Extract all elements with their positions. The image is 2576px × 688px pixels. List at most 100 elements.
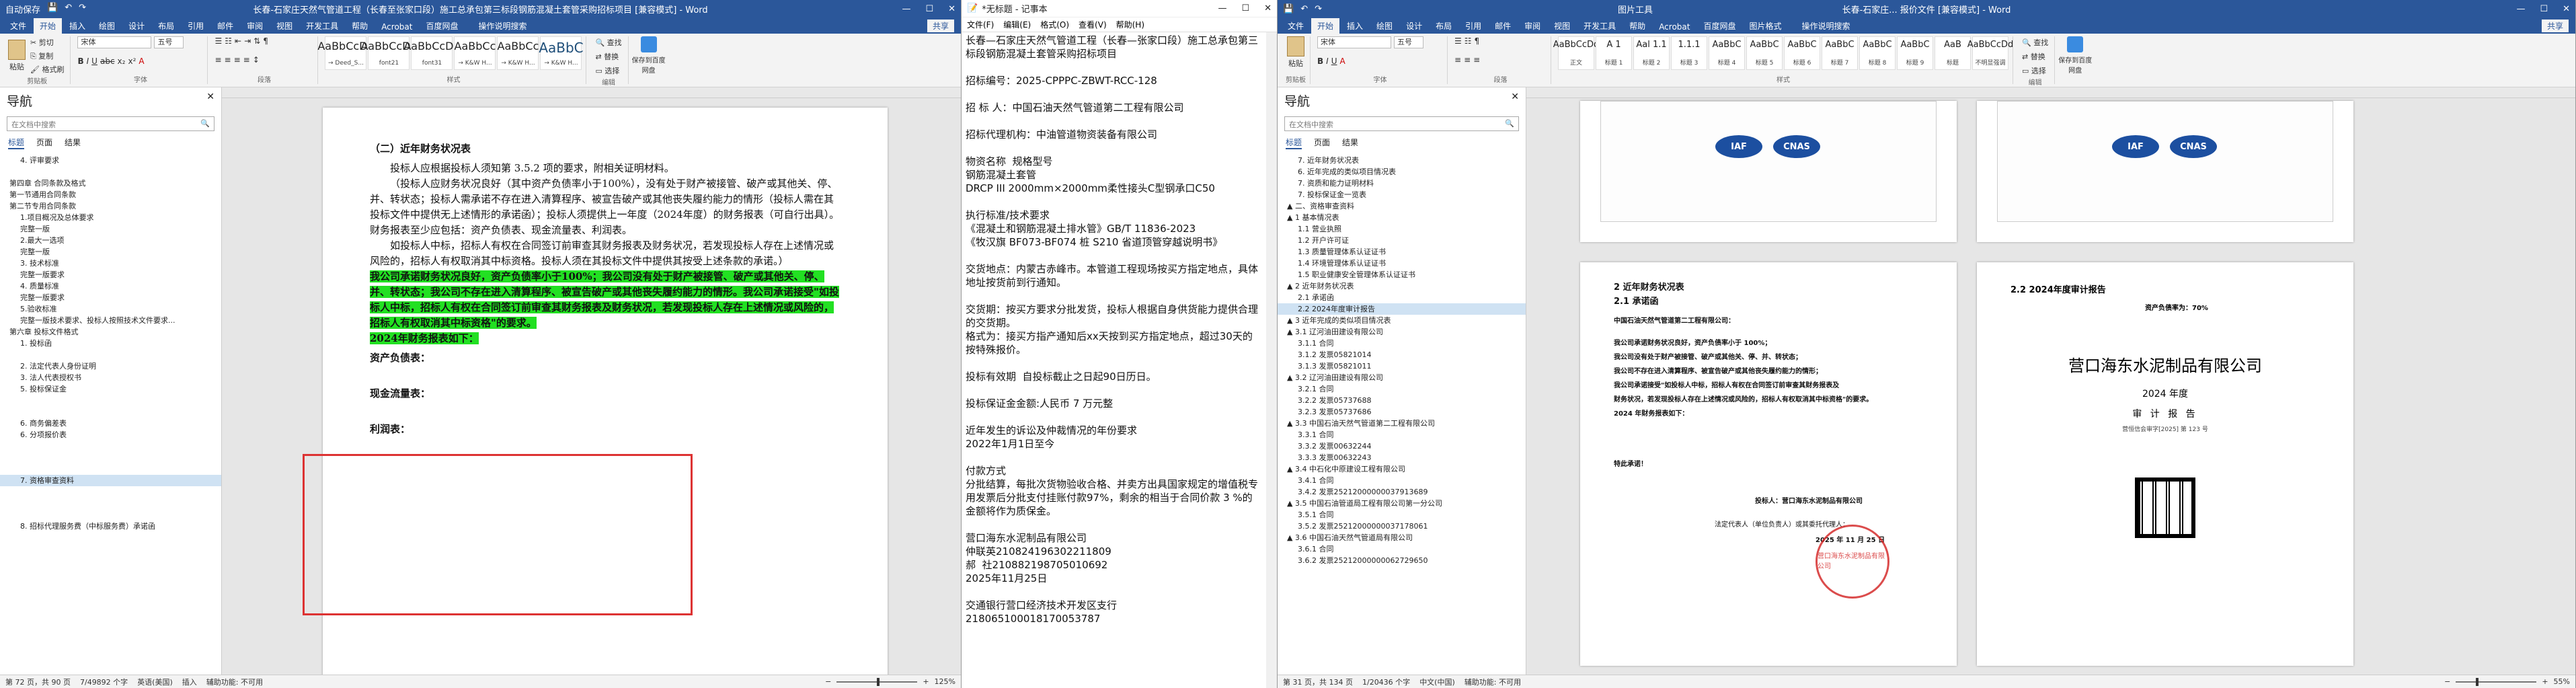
tab-acrobat[interactable]: Acrobat	[375, 20, 418, 34]
find-button[interactable]: 🔍 查找	[593, 36, 623, 48]
text-area[interactable]: 长春—石家庄天然气管道工程（长春—张家口段）施工总承包第三标段钢筋混凝土套管采购…	[962, 32, 1266, 688]
nav-heading-item[interactable]: 1.3 质量管理体系认证证书	[1278, 246, 1526, 258]
tab-developer[interactable]: 开发工具	[1577, 18, 1622, 34]
justify-icon[interactable]: ≡	[243, 55, 250, 65]
style-item[interactable]: AaBbC 标题 8	[1859, 36, 1896, 70]
insert-mode[interactable]: 插入	[182, 677, 197, 687]
align-center-icon[interactable]: ≡	[1464, 55, 1471, 65]
nav-heading-item[interactable]: 2.1 承诺函	[1278, 292, 1526, 303]
nav-heading-item[interactable]: ▲ 3.4 中石化中原建设工程有限公司	[1278, 463, 1526, 475]
replace-button[interactable]: ⇄ 替换	[593, 50, 623, 63]
certificate-image[interactable]: IAF CNAS	[1997, 101, 2333, 222]
style-item[interactable]: AaBbCc → K&W H...	[454, 36, 496, 70]
tab-file[interactable]: 文件	[4, 18, 32, 34]
nav-heading-item[interactable]: 完整一版	[0, 223, 221, 235]
nav-heading-item[interactable]: 4. 评审要求	[0, 155, 221, 166]
save-to-baidu-button[interactable]: 保存到百度网盘	[631, 36, 666, 84]
undo-icon[interactable]: ↶	[65, 3, 72, 15]
nav-heading-item[interactable]: 6. 分项报价表	[0, 429, 221, 441]
underline-button[interactable]: U	[91, 56, 97, 66]
style-item[interactable]: AaB 标题	[1935, 36, 1971, 70]
superscript-button[interactable]: x²	[128, 56, 136, 66]
close-icon[interactable]: ✕	[1264, 3, 1272, 13]
nav-heading-item[interactable]: 5. 投标保证金	[0, 383, 221, 395]
nav-heading-item[interactable]: ▲ 3.1 辽河油田建设有限公司	[1278, 326, 1526, 338]
accessibility[interactable]: 辅助功能: 不可用	[1465, 677, 1521, 687]
line-spacing-icon[interactable]: ↕	[253, 55, 260, 65]
nav-heading-item[interactable]: ▲ 3.2 辽河油田建设有限公司	[1278, 372, 1526, 383]
nav-heading-item[interactable]: 3.2.2 发票05737688	[1278, 395, 1526, 406]
nav-heading-item[interactable]: 第四章 合同条款及格式	[0, 178, 221, 189]
nav-heading-item[interactable]: 3.3.2 发票00632244	[1278, 441, 1526, 452]
zoom-in-icon[interactable]: +	[2542, 677, 2548, 686]
style-item[interactable]: AaBbC 标题 6	[1784, 36, 1820, 70]
nav-heading-item[interactable]: 3.1.1 合同	[1278, 338, 1526, 349]
subscript-button[interactable]: x₂	[118, 56, 126, 66]
accessibility[interactable]: 辅助功能: 不可用	[206, 677, 263, 687]
nav-tab-results[interactable]: 结果	[1342, 137, 1358, 149]
tab-review[interactable]: 审阅	[241, 18, 269, 34]
justify-icon[interactable]: ≡	[1473, 55, 1480, 65]
style-item[interactable]: AaBbCcDd font31	[403, 36, 461, 70]
tab-review[interactable]: 审阅	[1518, 18, 1547, 34]
nav-heading-item[interactable]: 3.2.3 发票05737686	[1278, 406, 1526, 418]
nav-tab-headings[interactable]: 标题	[8, 137, 25, 149]
bullets-icon[interactable]: ☰	[1454, 36, 1462, 46]
minimize-icon[interactable]: —	[2516, 4, 2525, 14]
nav-heading-item[interactable]: 完整一版技术要求、投标人按照技术文件要求...	[0, 315, 221, 326]
zoom-out-icon[interactable]: −	[2444, 677, 2450, 686]
tab-layout[interactable]: 布局	[1430, 18, 1458, 34]
menu-format[interactable]: 格式(O)	[1040, 19, 1069, 30]
tab-design[interactable]: 设计	[1400, 18, 1428, 34]
share-button[interactable]: 共享	[2541, 20, 2569, 32]
tab-layout[interactable]: 布局	[152, 18, 180, 34]
tab-acrobat[interactable]: Acrobat	[1653, 20, 1696, 34]
numbering-icon[interactable]: ☷	[225, 36, 232, 46]
nav-heading-item[interactable]: 2. 法定代表人身份证明	[0, 360, 221, 372]
show-marks-icon[interactable]: ¶	[263, 36, 268, 46]
tab-file[interactable]: 文件	[1282, 18, 1310, 34]
paste-button[interactable]: 粘贴	[1286, 36, 1306, 69]
nav-heading-item[interactable]: 7. 近年财务状况表	[1278, 155, 1526, 166]
tab-draw[interactable]: 绘图	[93, 18, 121, 34]
tab-draw[interactable]: 绘图	[1370, 18, 1399, 34]
vertical-scrollbar[interactable]	[1266, 32, 1277, 688]
tab-help[interactable]: 帮助	[346, 18, 374, 34]
nav-heading-item[interactable]: 2.2 2024年度审计报告	[1278, 303, 1526, 315]
style-item[interactable]: AaBbCcDd 正文	[1553, 36, 1599, 70]
nav-heading-item[interactable]: 7. 资质和能力证明材料	[1278, 178, 1526, 189]
tab-baidu-netdisk[interactable]: 百度网盘	[1697, 18, 1742, 34]
find-button[interactable]: 🔍 查找	[2020, 36, 2050, 48]
menu-edit[interactable]: 编辑(E)	[1003, 19, 1031, 30]
nav-heading-item[interactable]: 1.1 营业执照	[1278, 223, 1526, 235]
select-button[interactable]: ▭ 选择	[593, 65, 623, 77]
nav-heading-item[interactable]: 5.验收标准	[0, 303, 221, 315]
align-left-icon[interactable]: ≡	[214, 55, 221, 65]
tab-mailings[interactable]: 邮件	[211, 18, 239, 34]
menu-view[interactable]: 查看(V)	[1079, 19, 1107, 30]
nav-heading-item[interactable]: ▲ 3 近年完成的类似项目情况表	[1278, 315, 1526, 326]
nav-heading-item[interactable]: 1.2 开户许可证	[1278, 235, 1526, 246]
certificate-image[interactable]: IAF CNAS	[1600, 101, 1937, 222]
nav-heading-item[interactable]: 3.6.1 合同	[1278, 543, 1526, 555]
strikethrough-button[interactable]: abc	[100, 56, 115, 66]
nav-heading-item[interactable]: 6. 近年完成的类似项目情况表	[1278, 166, 1526, 178]
align-center-icon[interactable]: ≡	[225, 55, 231, 65]
style-item[interactable]: AaBbCc → K&W H...	[497, 36, 539, 70]
tab-references[interactable]: 引用	[1459, 18, 1487, 34]
autosave-toggle[interactable]: 自动保存	[5, 3, 40, 15]
numbering-icon[interactable]: ☷	[1465, 36, 1472, 46]
format-painter-button[interactable]: 🖌 格式刷	[28, 63, 66, 75]
paste-button[interactable]: 粘贴	[8, 40, 26, 72]
zoom-out-icon[interactable]: −	[825, 677, 831, 686]
word-count[interactable]: 7/49892 个字	[80, 677, 128, 687]
nav-heading-item[interactable]: 3. 技术标准	[0, 258, 221, 269]
tell-me-search[interactable]: 操作说明搜索	[1796, 18, 1857, 34]
zoom-slider[interactable]	[836, 677, 918, 686]
tab-home[interactable]: 开始	[1311, 18, 1340, 34]
nav-tab-results[interactable]: 结果	[65, 137, 81, 149]
nav-heading-item[interactable]: 第六章 投标文件格式	[0, 326, 221, 338]
bold-button[interactable]: B	[77, 56, 83, 66]
tell-me-search[interactable]: 操作说明搜索	[473, 18, 533, 34]
underline-button[interactable]: U	[1331, 56, 1337, 66]
